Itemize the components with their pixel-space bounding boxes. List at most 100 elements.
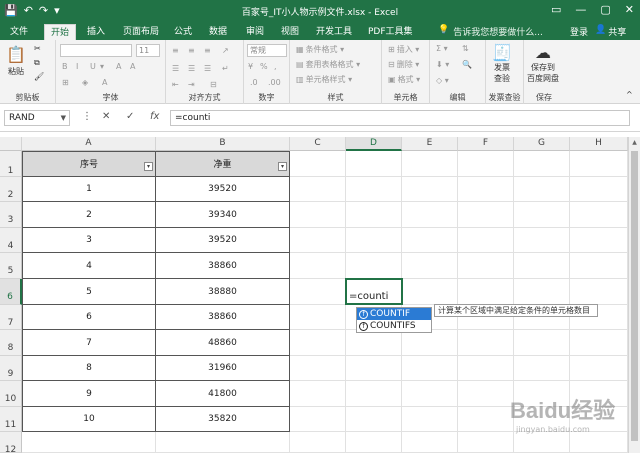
grid-cell[interactable] (346, 228, 402, 253)
insert-function-button[interactable]: fx (150, 111, 159, 122)
column-header-e[interactable]: E (402, 137, 458, 151)
grid-cell[interactable] (346, 151, 402, 177)
comma-button[interactable]: , (274, 62, 277, 71)
table-cell-weight[interactable]: 38880 (156, 279, 290, 305)
grid-cell[interactable] (402, 177, 458, 202)
tab-home[interactable]: 开始 (44, 24, 77, 40)
row-header-9[interactable]: 9 (0, 356, 22, 381)
column-header-d[interactable]: D (346, 137, 402, 151)
column-header-f[interactable]: F (458, 137, 514, 151)
grid-cell[interactable] (458, 279, 514, 305)
grid-cell[interactable] (346, 356, 402, 381)
tab-insert[interactable]: 插入 (81, 24, 111, 40)
currency-icon[interactable]: ¥ (248, 62, 253, 71)
cut-icon[interactable]: ✂ (34, 44, 41, 53)
column-header-b[interactable]: B (156, 137, 290, 151)
table-cell-seq[interactable]: 10 (22, 407, 156, 432)
grid-cell[interactable] (402, 330, 458, 356)
table-cell-seq[interactable]: 4 (22, 253, 156, 279)
grid-cell[interactable] (346, 177, 402, 202)
grid-cell[interactable] (290, 253, 346, 279)
grid-cell[interactable] (290, 202, 346, 228)
autocomplete-item-countifs[interactable]: f COUNTIFS (357, 320, 431, 332)
grid-cell[interactable] (458, 253, 514, 279)
grid-cell[interactable] (402, 356, 458, 381)
table-header-cell[interactable]: 净重 ▾ (156, 151, 290, 177)
align-left-icon[interactable]: ☰ (172, 64, 179, 73)
number-format-combo[interactable]: 常规 (247, 44, 287, 57)
share-button[interactable]: 👤 共享 (595, 25, 626, 38)
table-cell-seq[interactable]: 7 (22, 330, 156, 356)
percent-button[interactable]: % (260, 62, 268, 71)
grid-cell[interactable] (570, 253, 628, 279)
column-header-c[interactable]: C (290, 137, 346, 151)
decrease-font-button[interactable]: A (130, 62, 135, 71)
tab-review[interactable]: 审阅 (240, 24, 270, 40)
grid-cell[interactable] (514, 228, 570, 253)
table-cell-weight[interactable]: 39520 (156, 228, 290, 253)
table-cell-seq[interactable]: 8 (22, 356, 156, 381)
cell-styles-button[interactable]: ▥ 单元格样式 ▾ (296, 74, 352, 85)
tab-formulas[interactable]: 公式 (168, 24, 198, 40)
fill-icon[interactable]: ⬇ ▾ (436, 60, 449, 69)
grid-cell[interactable] (458, 151, 514, 177)
table-cell-weight[interactable]: 39340 (156, 202, 290, 228)
table-cell-seq[interactable]: 5 (22, 279, 156, 305)
grid-cell[interactable] (458, 330, 514, 356)
row-header-12[interactable]: 12 (0, 432, 22, 453)
filter-dropdown-icon[interactable]: ▾ (278, 162, 287, 171)
grid-cell[interactable] (402, 407, 458, 432)
grid-cell[interactable] (570, 279, 628, 305)
grid-cell[interactable] (514, 253, 570, 279)
row-header-8[interactable]: 8 (0, 330, 22, 356)
grid-cell[interactable] (346, 202, 402, 228)
format-as-table-button[interactable]: ▤ 套用表格格式 ▾ (296, 59, 360, 70)
grid-cell[interactable] (402, 151, 458, 177)
insert-cells-button[interactable]: ⊞ 插入 ▾ (388, 44, 419, 55)
tab-pdf-tools[interactable]: PDF工具集 (362, 24, 419, 40)
tab-data[interactable]: 数据 (203, 24, 233, 40)
vertical-scrollbar[interactable]: ▲ (628, 137, 640, 453)
row-header-1[interactable]: 1 (0, 151, 22, 177)
merge-center-icon[interactable]: ⊟ (210, 80, 217, 89)
font-color-icon[interactable]: A (102, 78, 107, 87)
grid-cell[interactable] (402, 202, 458, 228)
grid-cell[interactable] (514, 356, 570, 381)
active-cell-d6[interactable]: =counti (345, 278, 403, 305)
autosum-icon[interactable]: Σ ▾ (436, 44, 448, 53)
grid-cell[interactable] (156, 432, 290, 453)
middle-align-icon[interactable]: ≡ (188, 46, 195, 55)
autocomplete-item-countif[interactable]: f COUNTIF (357, 308, 431, 320)
grid-cell[interactable] (514, 330, 570, 356)
scrollbar-thumb[interactable] (631, 151, 638, 441)
top-align-icon[interactable]: ≡ (172, 46, 179, 55)
grid-cell[interactable] (458, 202, 514, 228)
decrease-decimal-button[interactable]: .00 (268, 78, 281, 87)
row-header-2[interactable]: 2 (0, 177, 22, 202)
grid-cell[interactable] (290, 177, 346, 202)
invoice-check-button[interactable]: 🧾 发票 查验 (492, 44, 512, 84)
grid-cell[interactable] (346, 407, 402, 432)
chevron-down-icon[interactable]: ▼ (61, 111, 66, 125)
grid-cell[interactable] (570, 228, 628, 253)
grid-cell[interactable] (402, 432, 458, 453)
grid-cell[interactable] (570, 202, 628, 228)
decrease-indent-icon[interactable]: ⇤ (172, 80, 179, 89)
row-header-7[interactable]: 7 (0, 305, 22, 330)
grid-cell[interactable] (290, 305, 346, 330)
grid-cell[interactable] (570, 356, 628, 381)
grid-cell[interactable] (346, 432, 402, 453)
bold-button[interactable]: B (62, 62, 68, 71)
row-header-4[interactable]: 4 (0, 228, 22, 253)
wrap-text-icon[interactable]: ↵ (222, 64, 229, 73)
find-select-icon[interactable]: 🔍 (462, 60, 472, 69)
column-header-h[interactable]: H (570, 137, 628, 151)
align-right-icon[interactable]: ☰ (204, 64, 211, 73)
scroll-up-icon[interactable]: ▲ (629, 137, 640, 149)
table-cell-weight[interactable]: 38860 (156, 305, 290, 330)
collapse-ribbon-icon[interactable]: ^ (626, 90, 633, 99)
increase-decimal-button[interactable]: .0 (250, 78, 258, 87)
grid-cell[interactable] (22, 432, 156, 453)
grid-cell[interactable] (402, 228, 458, 253)
table-cell-seq[interactable]: 9 (22, 381, 156, 407)
